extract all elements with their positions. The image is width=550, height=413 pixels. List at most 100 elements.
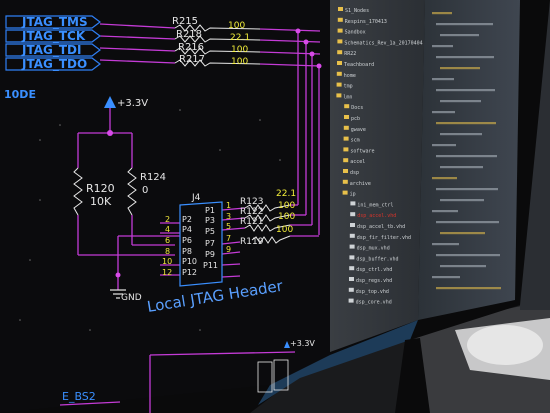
- pin-p10: P10: [182, 257, 197, 266]
- file-tree-item[interactable]: home: [344, 73, 356, 79]
- file-tree-item[interactable]: dsp_fir_filter.vhd: [357, 235, 411, 241]
- code-editor-panel: [418, 0, 520, 320]
- file-tree-item[interactable]: gwave: [351, 127, 366, 133]
- ground-label: GND: [121, 293, 142, 303]
- code-line: [432, 111, 455, 114]
- file-tree-item[interactable]: ip: [350, 192, 356, 198]
- file-tree-item[interactable]: Teachboard: [344, 62, 374, 68]
- pin-num-7: 7: [226, 234, 231, 243]
- file-tree-item[interactable]: dsp_buffer.vhd: [356, 256, 398, 262]
- pin-num-10: 10: [162, 257, 172, 266]
- file-tree-item[interactable]: Docs: [351, 105, 363, 111]
- file-tree-item[interactable]: ini_mem_ctrl: [357, 202, 393, 208]
- power-label: +3.3V: [117, 98, 148, 109]
- file-icon: [348, 298, 354, 303]
- code-line: [440, 133, 482, 136]
- file-tree-item[interactable]: S1_Nodes: [345, 8, 369, 14]
- pin-p4: P4: [182, 225, 192, 234]
- r124-value: 0: [142, 185, 148, 196]
- pin-num-6: 6: [165, 236, 170, 245]
- net-label-tck: JTAG_TCK: [21, 29, 86, 44]
- folder-icon: [337, 28, 343, 33]
- code-line: [436, 23, 493, 26]
- folder-icon: [337, 61, 342, 65]
- file-tree-item[interactable]: dsp_accel.vhd: [357, 213, 396, 219]
- r120-ref: R120: [86, 182, 115, 195]
- pin-num-3: 3: [226, 212, 231, 221]
- file-icon: [350, 212, 356, 217]
- file-tree-item[interactable]: lmn: [343, 94, 352, 100]
- folder-icon: [343, 147, 349, 152]
- file-icon: [349, 255, 355, 260]
- code-line: [436, 287, 501, 290]
- r121-ref: R121: [240, 217, 263, 227]
- code-line: [432, 45, 453, 48]
- pin-p8: P8: [182, 247, 192, 256]
- pin-num-1: 1: [226, 201, 231, 210]
- pin-p1: P1: [205, 206, 215, 215]
- code-line: [436, 188, 498, 191]
- pin-num-12: 12: [162, 268, 172, 277]
- r215-value: 100: [228, 21, 245, 31]
- r217-value: 100: [231, 57, 248, 67]
- folder-icon: [337, 50, 343, 55]
- file-tree-item[interactable]: RR22: [344, 51, 356, 57]
- r121-value: 100: [278, 212, 295, 222]
- r119-value: 100: [276, 225, 293, 235]
- r218-value: 22.1: [230, 33, 250, 43]
- pin-num-8: 8: [165, 247, 170, 256]
- folder-icon: [344, 104, 350, 109]
- file-tree-item[interactable]: pcb: [351, 116, 360, 122]
- folder-icon: [337, 17, 343, 22]
- code-line: [440, 100, 481, 103]
- pin-p2: P2: [182, 215, 192, 224]
- pin-p12: P12: [182, 268, 197, 277]
- file-icon: [349, 277, 354, 281]
- pin-p9: P9: [205, 250, 215, 259]
- power-symbol: +3.3V: [104, 96, 148, 109]
- file-tree-item[interactable]: dsp_mux.vhd: [357, 246, 390, 252]
- file-icon: [348, 287, 354, 292]
- file-tree-item[interactable]: Respins_170413: [345, 19, 387, 25]
- file-tree-item[interactable]: software: [350, 148, 374, 154]
- folder-icon: [336, 82, 342, 87]
- file-icon: [350, 223, 355, 227]
- folder-icon: [338, 7, 343, 11]
- file-tree-item[interactable]: dsp_top.vhd: [356, 289, 389, 295]
- net-label-tdi: JTAG_TDI: [21, 43, 81, 58]
- code-line: [440, 199, 484, 202]
- pin-p11: P11: [203, 261, 218, 270]
- file-tree-item[interactable]: dsp_regs.vhd: [356, 278, 392, 284]
- file-tree-item[interactable]: Schematics_Rev_1a_20170404: [344, 40, 422, 46]
- folder-icon: [337, 39, 343, 44]
- r215-ref: R215: [172, 16, 198, 27]
- code-line: [432, 210, 458, 213]
- pin-num-2: 2: [165, 215, 170, 224]
- file-tree-item[interactable]: dsp_ctrl.vhd: [356, 267, 392, 273]
- file-tree-item[interactable]: accel: [350, 159, 365, 165]
- file-tree-item[interactable]: archive: [350, 181, 371, 187]
- code-line: [440, 166, 483, 169]
- file-icon: [349, 233, 355, 238]
- code-line: [440, 67, 480, 70]
- folder-icon: [343, 158, 349, 163]
- code-line: [436, 155, 497, 158]
- file-tree-item[interactable]: dsp: [350, 170, 359, 176]
- code-line: [440, 34, 479, 37]
- folder-icon: [336, 71, 342, 76]
- net-label-tdo: JTAG_TDO: [21, 57, 87, 72]
- net-label-tms: JTAG_TMS: [21, 15, 88, 30]
- r124-ref: R124: [140, 172, 166, 183]
- connector-ref: J4: [191, 193, 201, 203]
- file-tree-item[interactable]: Sandbox: [345, 30, 366, 36]
- file-tree-item[interactable]: scm: [351, 138, 360, 144]
- code-line: [432, 78, 454, 81]
- file-tree-item[interactable]: tmp: [344, 84, 353, 90]
- photo-canvas: JTAG_TMS JTAG_TCK JTAG_TDI JTAG_TDO R215…: [0, 0, 550, 413]
- file-icon: [349, 244, 355, 249]
- folder-icon: [342, 190, 348, 195]
- r123-value: 22.1: [276, 189, 296, 199]
- file-tree-item[interactable]: dsp_core.vhd: [356, 300, 392, 306]
- file-tree-item[interactable]: dsp_accel_tb.vhd: [357, 224, 405, 230]
- folder-icon: [336, 93, 342, 98]
